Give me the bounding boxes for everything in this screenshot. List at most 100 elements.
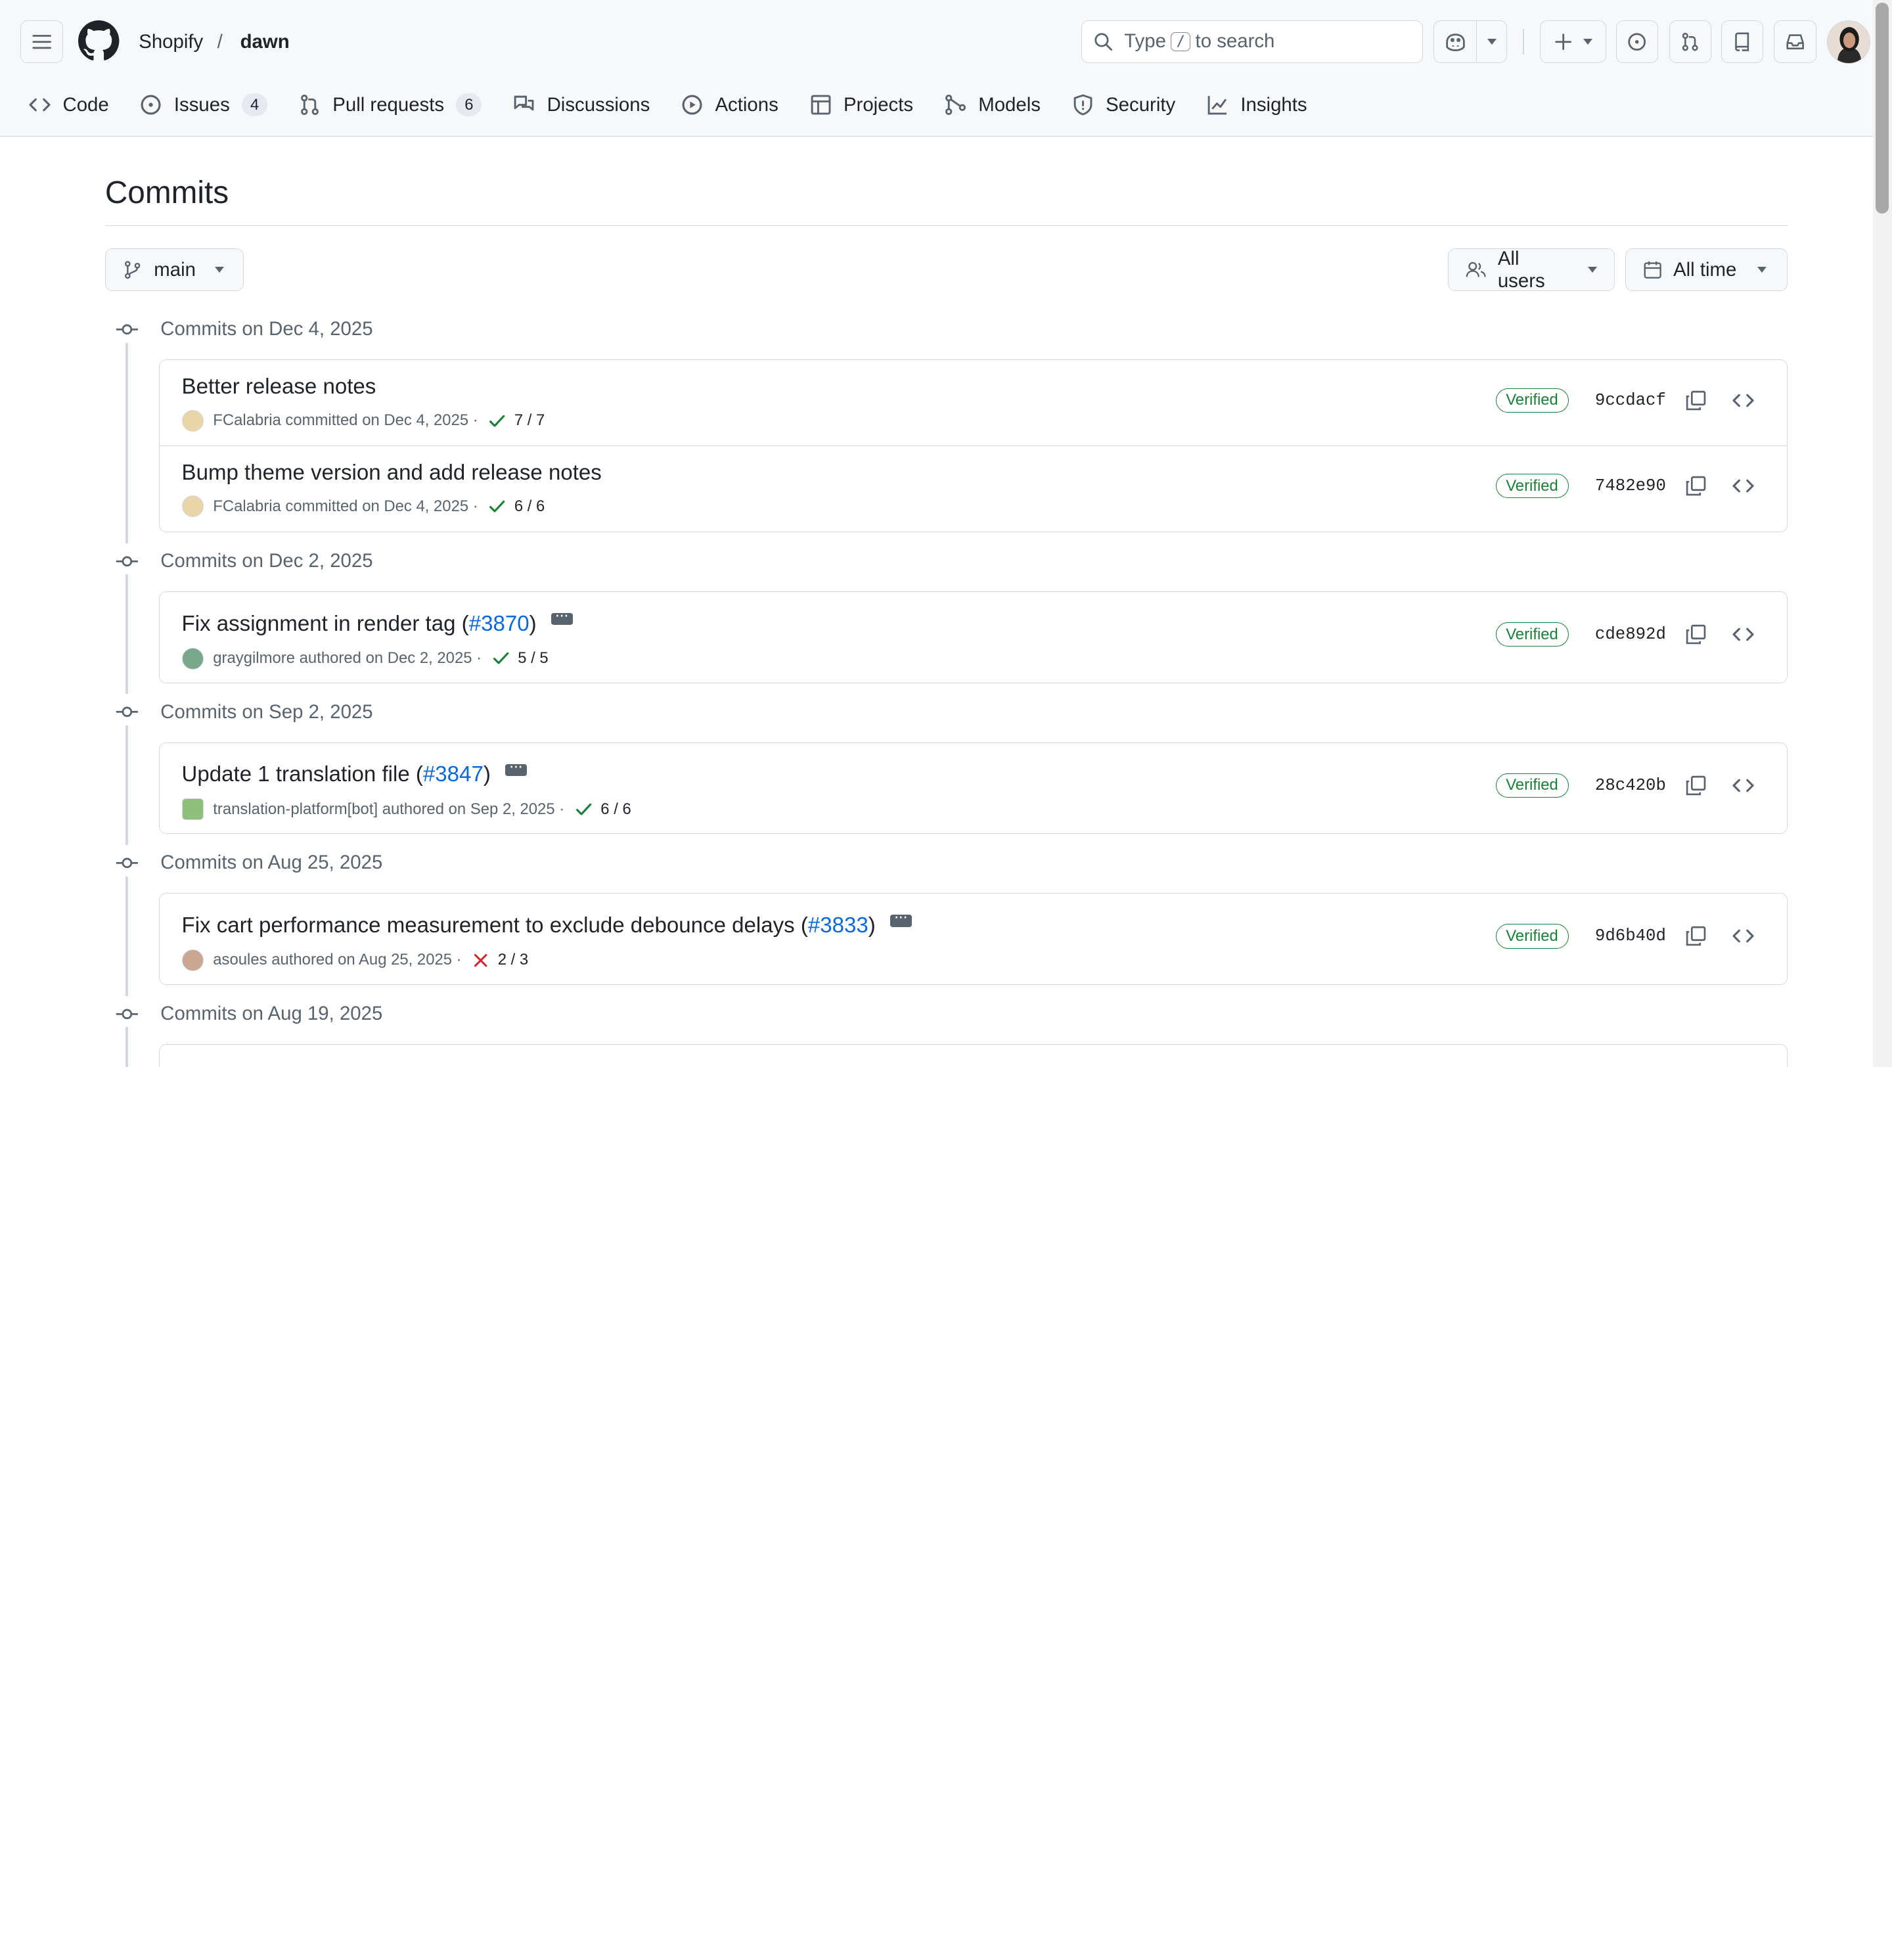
tab-discussions[interactable]: Discussions <box>503 85 660 125</box>
commit-sha[interactable]: cde892d <box>1595 625 1666 644</box>
commit-sha[interactable]: 9ccdacf <box>1595 391 1666 410</box>
verified-badge[interactable]: Verified <box>1495 924 1569 949</box>
commit-author[interactable]: FCalabria <box>213 497 281 516</box>
timeline-line <box>125 574 128 695</box>
tab-security[interactable]: Security <box>1062 85 1185 125</box>
check-icon[interactable] <box>491 649 510 668</box>
author-avatar[interactable] <box>181 798 204 821</box>
inbox-icon <box>1786 34 1804 49</box>
tab-models[interactable]: Models <box>935 85 1050 125</box>
commit-message[interactable]: Bump theme version and add release notes <box>182 461 602 486</box>
git-commit-icon <box>114 549 139 574</box>
code-icon[interactable] <box>1732 390 1754 411</box>
check-icon[interactable] <box>487 497 507 516</box>
hamburger-icon <box>32 34 51 49</box>
checks-count[interactable]: 2 / 3 <box>498 951 528 969</box>
repo-tabs: Code Issues 4 Pull requests 6 Discussion… <box>19 85 1328 125</box>
issues-button[interactable] <box>1615 20 1659 63</box>
code-icon[interactable] <box>1732 925 1754 947</box>
timeline-line <box>125 876 128 996</box>
users-filter[interactable]: All users <box>1448 248 1615 292</box>
table-icon <box>811 95 830 115</box>
x-icon[interactable] <box>471 951 490 970</box>
scrollbar-thumb[interactable] <box>1875 2 1889 214</box>
copilot-button[interactable] <box>1433 20 1477 63</box>
copy-icon[interactable] <box>1685 624 1707 645</box>
code-icon <box>29 98 51 112</box>
pr-link[interactable]: #3833 <box>808 913 868 938</box>
git-pull-request-icon <box>300 95 319 116</box>
commit-title[interactable]: Bump theme version and add release notes <box>182 461 602 486</box>
pr-link[interactable]: #3847 <box>423 762 484 787</box>
github-logo-icon[interactable] <box>78 20 120 61</box>
commit-title: Fix assignment in render tag (#3870) <box>182 612 573 637</box>
check-icon[interactable] <box>574 800 593 819</box>
commit-message[interactable]: Better release notes <box>182 375 376 399</box>
breadcrumb-owner[interactable]: Shopify <box>139 29 203 55</box>
commit-row: Fix cart performance measurement to excl… <box>160 894 1786 983</box>
check-icon[interactable] <box>487 411 507 430</box>
verified-badge[interactable]: Verified <box>1495 388 1569 413</box>
inbox-button[interactable] <box>1774 20 1816 63</box>
comment-discussion-icon <box>514 95 534 111</box>
header-divider <box>1523 29 1525 55</box>
branch-selector[interactable]: main <box>104 248 244 291</box>
commit-title[interactable]: Better release notes <box>182 375 376 399</box>
commit-author[interactable]: translation-platform[bot] <box>213 800 378 819</box>
checks-count[interactable]: 6 / 6 <box>514 497 545 516</box>
code-icon[interactable] <box>1732 475 1754 497</box>
tab-projects[interactable]: Projects <box>800 85 923 125</box>
expand-description-button[interactable] <box>505 763 527 776</box>
pr-link[interactable]: #3870 <box>469 612 529 637</box>
tab-actions[interactable]: Actions <box>671 85 788 125</box>
tab-insights[interactable]: Insights <box>1197 85 1317 125</box>
breadcrumb-repo[interactable]: dawn <box>240 29 290 55</box>
verified-badge[interactable]: Verified <box>1495 773 1569 798</box>
verified-badge[interactable]: Verified <box>1495 622 1569 647</box>
commit-message[interactable]: Fix cart performance measurement to excl… <box>182 913 808 938</box>
search-input[interactable]: Type / to search <box>1081 20 1423 63</box>
commit-message[interactable]: Fix assignment in render tag ( <box>182 612 469 637</box>
commit-sha[interactable]: 28c420b <box>1595 776 1666 795</box>
commit-meta: graygilmore authored on Dec 2, 2025 · 5 … <box>181 647 549 670</box>
author-avatar[interactable] <box>181 495 204 518</box>
checks-count[interactable]: 5 / 5 <box>518 649 548 668</box>
verified-badge[interactable]: Verified <box>1495 474 1569 499</box>
copy-icon[interactable] <box>1685 475 1707 497</box>
author-avatar[interactable] <box>181 949 204 971</box>
commit-author[interactable]: FCalabria <box>213 411 281 430</box>
tab-pull-requests[interactable]: Pull requests 6 <box>289 85 491 125</box>
commit-meta: FCalabria committed on Dec 4, 2025 · 6 /… <box>181 495 545 518</box>
commit-row: Bump theme version and add release notes… <box>160 446 1786 532</box>
commit-author[interactable]: asoules <box>213 951 267 969</box>
tab-code[interactable]: Code <box>19 85 118 125</box>
code-icon[interactable] <box>1732 624 1754 645</box>
author-avatar[interactable] <box>181 409 204 432</box>
commit-date: on Sep 2, 2025 <box>448 800 555 818</box>
tab-issues[interactable]: Issues 4 <box>131 85 277 125</box>
copy-icon[interactable] <box>1685 925 1707 947</box>
author-avatar[interactable] <box>181 647 204 670</box>
repo-icon <box>1735 32 1749 51</box>
copy-icon[interactable] <box>1685 390 1707 411</box>
commit-sha[interactable]: 7482e90 <box>1595 476 1666 495</box>
copy-icon[interactable] <box>1685 775 1707 796</box>
repositories-button[interactable] <box>1721 20 1763 63</box>
checks-count[interactable]: 6 / 6 <box>600 800 631 819</box>
commit-sha[interactable]: 9d6b40d <box>1595 926 1666 946</box>
tab-label: Security <box>1106 93 1176 116</box>
commit-author[interactable]: graygilmore <box>213 649 295 668</box>
user-avatar[interactable] <box>1827 20 1871 64</box>
pull-requests-button[interactable] <box>1669 20 1711 63</box>
code-icon[interactable] <box>1732 775 1754 796</box>
scrollbar[interactable] <box>1873 0 1892 1067</box>
time-filter[interactable]: All time <box>1625 248 1788 291</box>
create-new-button[interactable] <box>1540 20 1607 63</box>
commit-message[interactable]: Update 1 translation file ( <box>182 762 423 787</box>
triangle-down-icon <box>1583 38 1592 45</box>
expand-description-button[interactable] <box>890 913 912 927</box>
copilot-dropdown-button[interactable] <box>1475 20 1508 63</box>
checks-count[interactable]: 7 / 7 <box>514 411 545 430</box>
menu-button[interactable] <box>20 20 63 63</box>
expand-description-button[interactable] <box>551 612 573 626</box>
